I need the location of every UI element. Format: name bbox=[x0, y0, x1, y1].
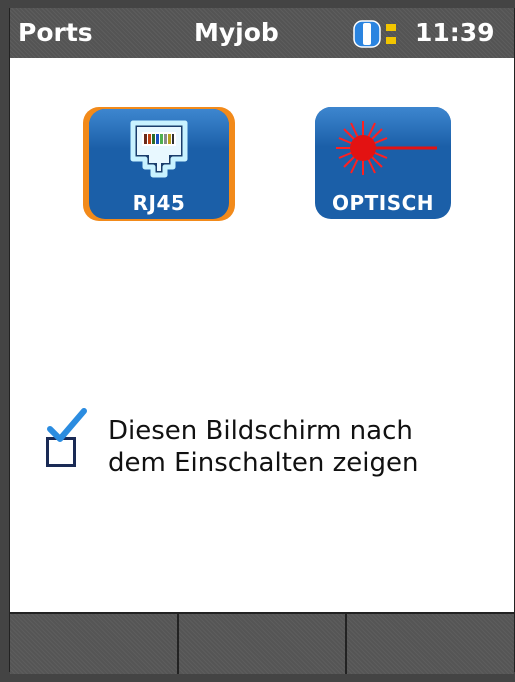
laser-icon bbox=[336, 121, 437, 175]
main-content: RJ45 OPTISCH Diesen Bildschirm nach dem … bbox=[10, 58, 514, 612]
port-button-face: RJ45 bbox=[89, 109, 229, 219]
port-label-rj45: RJ45 bbox=[132, 191, 186, 215]
checkbox-label: Diesen Bildschirm nach dem Einschalten z… bbox=[108, 415, 418, 479]
port-button-rj45[interactable]: RJ45 bbox=[83, 107, 235, 221]
checkbox-label-line2: dem Einschalten zeigen bbox=[108, 448, 419, 478]
softkey-3[interactable] bbox=[347, 614, 515, 674]
screen: Ports Myjob 11:39 RJ45 OPTISCH Diesen Bi… bbox=[9, 8, 515, 674]
battery-icon bbox=[353, 20, 396, 48]
clock-time: 11:39 bbox=[415, 18, 495, 47]
status-bar: Ports Myjob 11:39 bbox=[10, 8, 514, 58]
startup-screen-option[interactable]: Diesen Bildschirm nach dem Einschalten z… bbox=[40, 408, 500, 485]
device-frame: Ports Myjob 11:39 RJ45 OPTISCH Diesen Bi… bbox=[0, 0, 515, 682]
port-button-face: OPTISCH bbox=[315, 107, 451, 219]
softkey-1[interactable] bbox=[10, 614, 179, 674]
port-button-optisch[interactable]: OPTISCH bbox=[315, 107, 467, 221]
port-label-optisch: OPTISCH bbox=[331, 191, 435, 215]
job-name: Myjob bbox=[194, 18, 279, 47]
softkey-bar bbox=[10, 612, 515, 674]
status-title: Ports bbox=[18, 18, 93, 47]
softkey-2[interactable] bbox=[178, 614, 348, 674]
rj45-jack-icon bbox=[130, 120, 188, 178]
checkbox-label-line1: Diesen Bildschirm nach bbox=[108, 416, 413, 446]
checkmark-icon bbox=[47, 408, 87, 442]
